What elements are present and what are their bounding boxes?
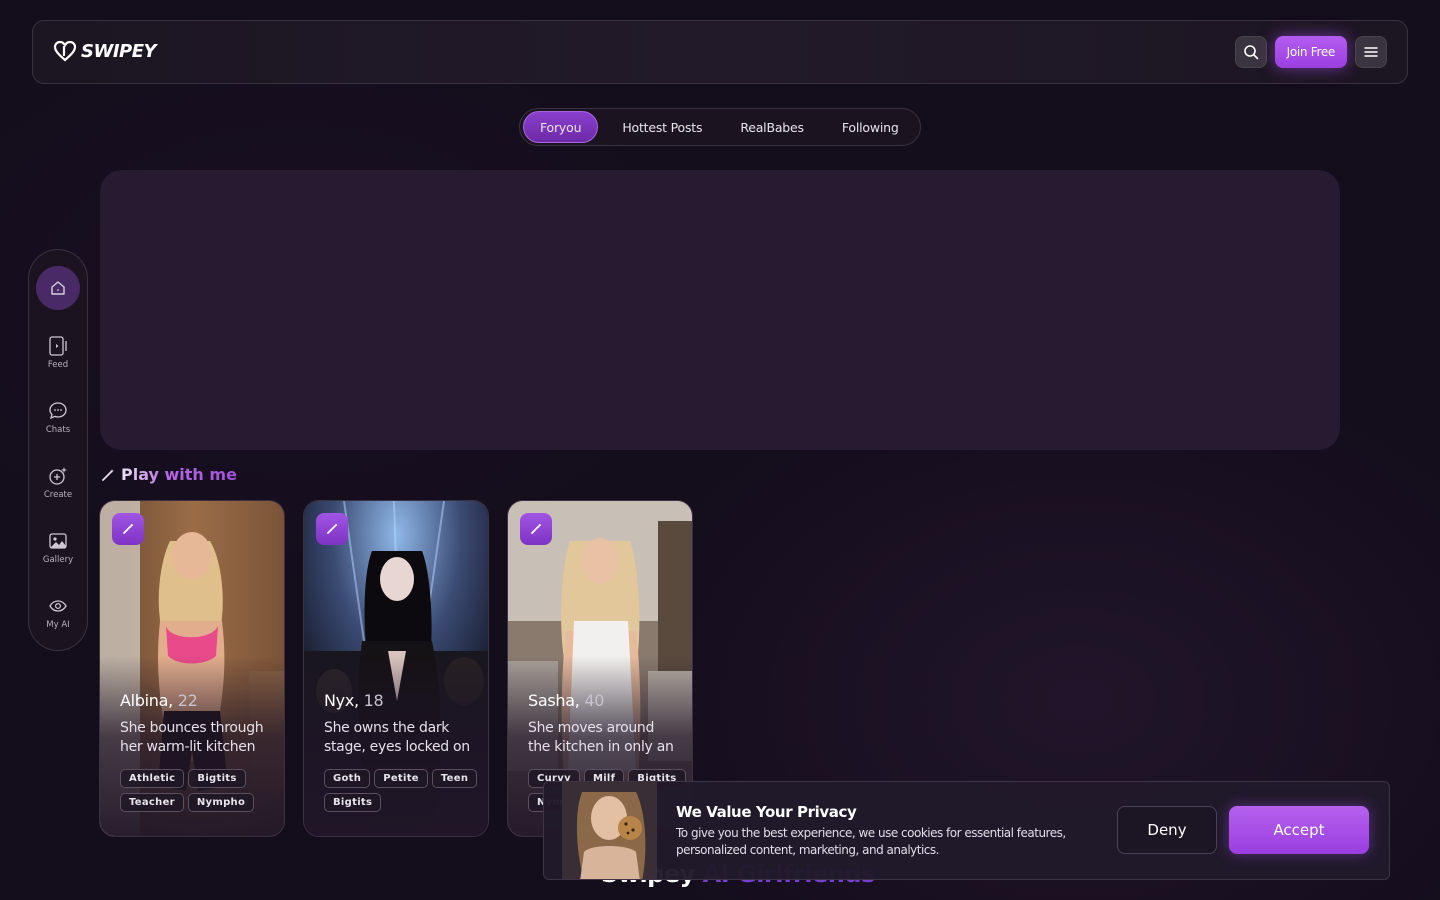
- cookie-title: We Value Your Privacy: [676, 803, 857, 821]
- tab-following[interactable]: Following: [826, 111, 915, 143]
- tag[interactable]: Bigtits: [324, 793, 382, 812]
- tab-realbabes[interactable]: RealBabes: [724, 111, 820, 143]
- logo[interactable]: SWIPEY: [53, 39, 157, 63]
- tag[interactable]: Goth: [324, 769, 371, 788]
- play-button[interactable]: [316, 513, 348, 545]
- character-name: Albina, 22: [120, 691, 198, 710]
- tag[interactable]: Teen: [431, 769, 478, 788]
- name-text: Albina,: [120, 691, 173, 710]
- sidebar-item-label: Gallery: [42, 555, 74, 565]
- wand-icon: [327, 524, 337, 534]
- age-text: 40: [584, 691, 605, 710]
- character-description: She owns the dark stage, eyes locked on …: [324, 720, 470, 755]
- create-icon: [49, 467, 67, 485]
- feed-icon: [49, 336, 67, 356]
- character-card[interactable]: Albina, 22 She bounces through her warm-…: [99, 500, 285, 837]
- tag[interactable]: Athletic: [120, 769, 185, 788]
- sidebar-item-create[interactable]: Create: [29, 466, 87, 500]
- chat-icon: [49, 402, 67, 420]
- feed-tabs: Foryou Hottest Posts RealBabes Following: [519, 108, 921, 146]
- sidebar-item-label: Feed: [47, 360, 69, 370]
- character-description: She moves around the kitchen in only an …: [528, 720, 674, 755]
- sidebar-item-feed[interactable]: Feed: [29, 336, 87, 370]
- character-name: Nyx, 18: [324, 691, 384, 710]
- play-button[interactable]: [520, 513, 552, 545]
- sidebar-item-gallery[interactable]: Gallery: [29, 531, 87, 565]
- logo-text: SWIPEY: [81, 40, 157, 62]
- tag[interactable]: Teacher: [120, 793, 184, 812]
- menu-button[interactable]: [1355, 36, 1387, 68]
- character-description: She bounces through her warm-lit kitchen: [120, 720, 264, 755]
- accept-button[interactable]: Accept: [1229, 806, 1369, 854]
- my-ai-icon: [49, 600, 67, 612]
- cookie-girl-image: [562, 782, 657, 879]
- tag[interactable]: Petite: [374, 769, 428, 788]
- wand-icon: [531, 524, 541, 534]
- wand-icon: [102, 468, 114, 481]
- section-title: Play with me: [101, 465, 237, 484]
- play-button[interactable]: [112, 513, 144, 545]
- sidebar-item-label: My AI: [46, 620, 70, 630]
- left-sidebar: Feed Chats Create Gallery My AI: [28, 249, 88, 651]
- search-icon: [1243, 45, 1258, 60]
- search-button[interactable]: [1234, 36, 1267, 68]
- cookie-consent-banner: We Value Your Privacy To give you the be…: [543, 781, 1390, 880]
- sidebar-item-home[interactable]: [36, 266, 80, 310]
- tab-hottest-posts[interactable]: Hottest Posts: [606, 111, 718, 143]
- hero-banner[interactable]: [100, 170, 1340, 450]
- gallery-icon: [49, 533, 67, 549]
- age-text: 22: [177, 691, 198, 710]
- hamburger-menu-icon: [1364, 47, 1378, 57]
- sidebar-item-my-ai[interactable]: My AI: [29, 596, 87, 630]
- tag-list: Goth Petite Teen Bigtits: [324, 769, 484, 812]
- cookie-description: To give you the best experience, we use …: [676, 826, 1066, 857]
- tab-foryou[interactable]: Foryou: [523, 111, 599, 143]
- name-text: Sasha,: [528, 691, 580, 710]
- home-icon: [51, 281, 65, 295]
- character-card[interactable]: Nyx, 18 She owns the dark stage, eyes lo…: [303, 500, 489, 837]
- sidebar-item-label: Chats: [45, 425, 71, 435]
- wand-icon: [123, 524, 133, 534]
- age-text: 18: [363, 691, 384, 710]
- heart-logo-icon: [53, 40, 77, 62]
- name-text: Nyx,: [324, 691, 359, 710]
- character-name: Sasha, 40: [528, 691, 604, 710]
- deny-button[interactable]: Deny: [1117, 806, 1217, 854]
- join-free-button[interactable]: Join Free: [1274, 36, 1347, 68]
- tag[interactable]: Nympho: [187, 793, 255, 812]
- sidebar-item-label: Create: [43, 490, 73, 500]
- section-title-text: Play with me: [121, 465, 237, 484]
- tag-list: Athletic Bigtits Teacher Nympho: [120, 769, 280, 812]
- top-header: SWIPEY Join Free: [32, 20, 1408, 84]
- sidebar-item-chats[interactable]: Chats: [29, 401, 87, 435]
- tag[interactable]: Bigtits: [188, 769, 246, 788]
